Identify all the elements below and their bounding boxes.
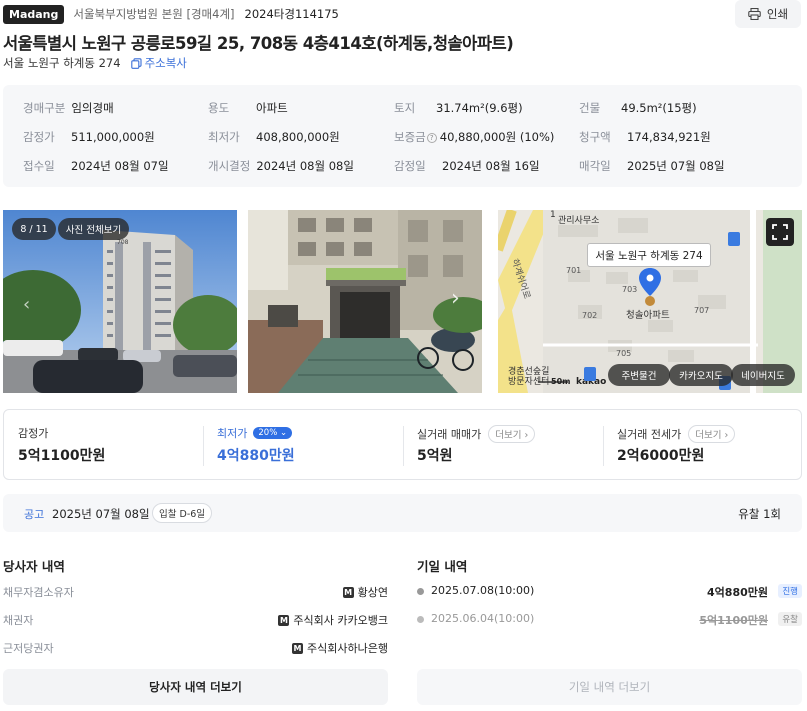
photo-counter: 8 / 11 bbox=[12, 218, 56, 240]
photo-building-exterior[interactable]: 708 8 / 11 사진 전체보기 ‹ bbox=[3, 210, 237, 393]
status-dot bbox=[417, 588, 424, 595]
info-land: 토지 31.74m²(9.6평) bbox=[394, 101, 523, 115]
price-appraisal-label: 감정가 bbox=[18, 427, 49, 440]
photo-building-entrance[interactable]: › bbox=[248, 210, 482, 393]
info-building: 건물 49.5m²(15평) bbox=[579, 101, 697, 115]
copy-icon bbox=[130, 57, 142, 69]
prev-photo-icon[interactable]: ‹ bbox=[23, 294, 30, 315]
member-mark-icon: M bbox=[342, 586, 354, 598]
price-summary: 감정가 5억1100만원 최저가 20% ⌄ 4억880만원 실거래 매매가 더보기… bbox=[3, 409, 802, 480]
copy-address-label: 주소복사 bbox=[144, 56, 187, 70]
map-label-701: 701 bbox=[566, 266, 581, 275]
discount-badge: 20% ⌄ bbox=[253, 427, 293, 439]
status-dot bbox=[417, 616, 424, 623]
info-commence: 개시결정 2024년 08월 08일 bbox=[208, 159, 354, 173]
price-real-sale-value: 5억원 bbox=[417, 448, 453, 464]
real-sale-more-button[interactable]: 더보기 › bbox=[488, 425, 536, 443]
info-auction-type: 경매구분 임의경매 bbox=[23, 101, 114, 115]
auction-info-panel: 경매구분 임의경매 용도 아파트 토지 31.74m²(9.6평) 건물 49.5m²(… bbox=[3, 85, 802, 187]
price-minimum: 최저가 20% ⌄ 4억880만원 bbox=[203, 410, 403, 481]
price-real-sale: 실거래 매매가 더보기 › 5억원 bbox=[403, 410, 603, 481]
printer-icon bbox=[748, 8, 761, 20]
history-more-button[interactable]: 기일 내역 더보기 bbox=[417, 669, 802, 705]
page-title: 서울특별시 노원구 공릉로59길 25, 708동 4층414호(하계동,청솔아… bbox=[3, 34, 514, 53]
price-appraisal-value: 5억1100만원 bbox=[18, 448, 106, 464]
status-badge: 유찰 bbox=[778, 612, 802, 626]
notice-date: 2025년 07월 08일 bbox=[52, 507, 150, 521]
nearby-listings-button[interactable]: 주변물건 bbox=[608, 364, 670, 386]
price-real-lease-value: 2억6000만원 bbox=[617, 448, 705, 464]
member-mark-icon: M bbox=[292, 642, 304, 654]
info-received: 접수일 2024년 08월 07일 bbox=[23, 159, 169, 173]
parties-more-button[interactable]: 당사자 내역 더보기 bbox=[3, 669, 388, 705]
map-label-705: 705 bbox=[616, 349, 631, 358]
map-label-702: 702 bbox=[582, 311, 597, 320]
notice-bar: 공고 2025년 07월 08일 입찰 D-6일 유찰 1회 bbox=[3, 494, 802, 532]
view-all-photos-button[interactable]: 사진 전체보기 bbox=[58, 218, 129, 240]
map-label-station: 경춘선숲길 bbox=[508, 365, 549, 377]
member-mark-icon: M bbox=[278, 614, 290, 626]
price-real-lease-label: 실거래 전세가 bbox=[617, 428, 682, 441]
expand-icon bbox=[772, 224, 788, 240]
info-deposit: 보증금? 40,880,000원 (10%) bbox=[394, 130, 555, 144]
map-label-703: 703 bbox=[622, 285, 637, 294]
help-icon[interactable]: ? bbox=[426, 133, 437, 143]
map-label-office: 관리사무소 bbox=[558, 215, 599, 226]
history-row: 2025.07.08(10:00) 4억880만원 진행 bbox=[417, 584, 802, 602]
map-label-707: 707 bbox=[694, 306, 709, 315]
jibun-address-row: 서울 노원구 하계동 274 주소복사 bbox=[3, 55, 187, 71]
price-minimum-label: 최저가 bbox=[217, 427, 248, 440]
history-row: 2025.06.04(10:00) 5억1100만원 유찰 bbox=[417, 612, 802, 630]
fail-count: 유찰 1회 bbox=[738, 507, 781, 521]
jibun-address: 서울 노원구 하계동 274 bbox=[3, 56, 121, 70]
double-chevron-down-icon: ⌄ bbox=[279, 428, 288, 438]
court-name: 서울북부지방법원 본원 [경매4계] bbox=[73, 7, 235, 21]
map-label-apartment: 청솔아파트 bbox=[626, 310, 670, 321]
price-real-sale-label: 실거래 매매가 bbox=[417, 428, 482, 441]
party-row: 채권자 M 주식회사 카카오뱅크 bbox=[3, 614, 388, 627]
status-badge: 진행 bbox=[778, 584, 802, 598]
info-sale-date: 매각일 2025년 07월 08일 bbox=[579, 159, 725, 173]
chevron-right-icon: › bbox=[524, 430, 529, 441]
info-usage: 용도 아파트 bbox=[208, 101, 288, 115]
party-row: 채무자겸소유자 M 황상연 bbox=[3, 586, 388, 599]
info-claim: 청구액 174,834,921원 bbox=[579, 130, 711, 144]
info-min-price: 최저가 408,800,000원 bbox=[208, 130, 340, 144]
print-button[interactable]: 인쇄 bbox=[735, 0, 801, 28]
price-real-lease: 실거래 전세가 더보기 › 2억6000만원 bbox=[603, 410, 803, 481]
map-scale: 50m bbox=[551, 377, 570, 386]
price-appraisal: 감정가 5억1100만원 bbox=[4, 410, 203, 481]
case-number: 2024타경114175 bbox=[244, 7, 339, 21]
map-expand-button[interactable] bbox=[766, 218, 794, 246]
party-row: 근저당권자 M 주식회사하나은행 bbox=[3, 642, 388, 655]
notice-label: 공고 bbox=[24, 508, 45, 521]
entrance-photo-image bbox=[248, 210, 482, 393]
brand-logo: Madang bbox=[3, 4, 65, 24]
bid-dday-badge: 입찰 D-6일 bbox=[152, 503, 213, 523]
copy-address-button[interactable]: 주소복사 bbox=[130, 55, 187, 71]
real-lease-more-button[interactable]: 더보기 › bbox=[688, 425, 736, 443]
map-label-block-1: 1 bbox=[550, 210, 556, 220]
location-map[interactable]: 1 관리사무소 701 703 702 707 705 하계쉬어로 청솔아파트 … bbox=[498, 210, 802, 393]
next-photo-icon[interactable]: › bbox=[451, 286, 460, 311]
info-appraisal-date: 감정일 2024년 08월 16일 bbox=[394, 159, 540, 173]
kakao-map-button[interactable]: 카카오지도 bbox=[669, 364, 733, 386]
parties-title: 당사자 내역 bbox=[3, 559, 65, 574]
map-address-callout: 서울 노원구 하계동 274 bbox=[587, 243, 711, 267]
info-appraisal: 감정가 511,000,000원 bbox=[23, 130, 155, 144]
top-bar: Madang 서울북부지방법원 본원 [경매4계] 2024타경114175 인… bbox=[3, 0, 804, 28]
history-title: 기일 내역 bbox=[417, 559, 468, 574]
building-number-sign: 708 bbox=[117, 239, 129, 246]
price-minimum-value: 4억880만원 bbox=[217, 448, 295, 464]
chevron-right-icon: › bbox=[724, 430, 729, 441]
print-label: 인쇄 bbox=[766, 7, 789, 21]
naver-map-button[interactable]: 네이버지도 bbox=[731, 364, 795, 386]
